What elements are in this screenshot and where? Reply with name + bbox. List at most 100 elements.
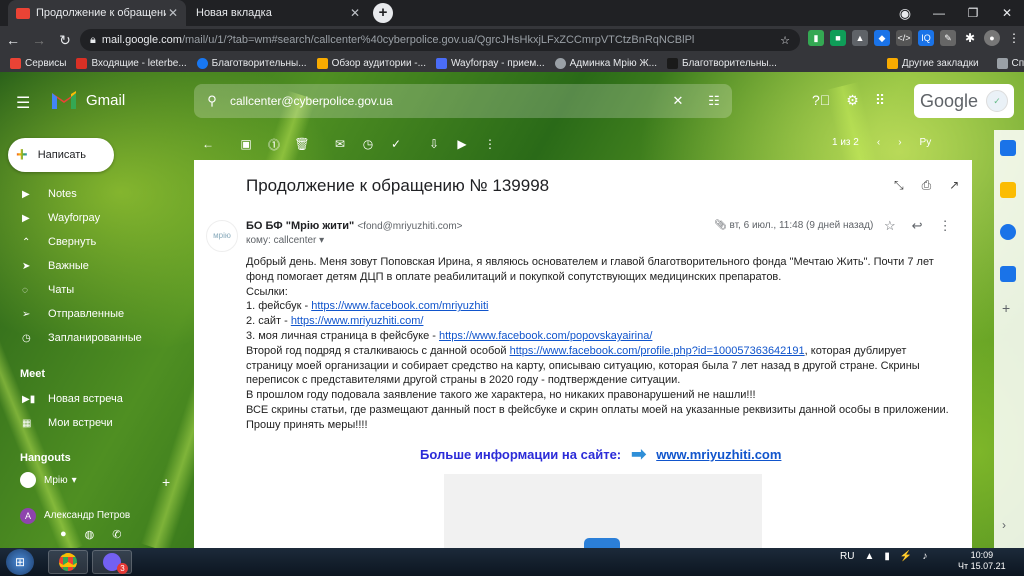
next-message-icon[interactable]: ›: [898, 137, 901, 148]
help-icon[interactable]: ?⃝: [812, 92, 830, 109]
meet-my-meetings[interactable]: ▦ Мои встречи: [0, 411, 190, 435]
prev-message-icon[interactable]: ‹: [877, 137, 880, 148]
search-input[interactable]: callcenter@cyberpolice.gov.ua: [230, 94, 660, 108]
mail-search-bar[interactable]: ⚲ callcenter@cyberpolice.gov.ua ✕ ☷: [194, 84, 732, 118]
bookmark-item[interactable]: Благотворительны...: [667, 57, 777, 69]
tab-new-tab[interactable]: Новая вкладка ✕: [188, 0, 368, 26]
more-vert-icon[interactable]: ⋮: [939, 218, 952, 234]
hangouts-user[interactable]: Мрію ▾: [20, 472, 77, 488]
sidebar-item-important[interactable]: ➤ Важные: [0, 254, 190, 278]
minimize-icon[interactable]: —: [922, 6, 956, 20]
sidebar-item-collapse[interactable]: ⌃ Свернуть: [0, 230, 190, 254]
maximize-icon[interactable]: ❐: [956, 6, 990, 20]
expand-panel-icon[interactable]: ›: [1002, 518, 1006, 532]
collapse-all-icon[interactable]: ⤡: [894, 178, 904, 193]
promo-link[interactable]: www.mriyuzhiti.com: [656, 447, 781, 462]
menu-icon[interactable]: ⋮: [1006, 30, 1022, 46]
profile-link[interactable]: https://www.facebook.com/profile.php?id=…: [510, 345, 805, 357]
extension-icon[interactable]: </>: [896, 30, 912, 46]
more-icon[interactable]: ⋮: [476, 137, 504, 151]
sidebar-item-scheduled[interactable]: ◷ Запланированные: [0, 326, 190, 350]
bookmark-item[interactable]: Админка Мрію Ж...: [554, 57, 657, 69]
taskbar-chrome[interactable]: [48, 550, 88, 574]
reading-list[interactable]: Список для чтения: [996, 57, 1024, 69]
meet-new-meeting[interactable]: ▶▮ Новая встреча: [0, 387, 190, 411]
clear-search-icon[interactable]: ✕: [660, 93, 696, 109]
google-account-button[interactable]: Google ✓: [914, 84, 1014, 118]
person-icon[interactable]: ●: [60, 528, 67, 541]
extension-icon[interactable]: IQ: [918, 30, 934, 46]
forward-icon[interactable]: →: [26, 32, 52, 48]
bookmark-star-icon[interactable]: ☆: [772, 34, 790, 47]
tasks-addon-icon[interactable]: [1000, 224, 1016, 240]
contact-name[interactable]: Александр Петров: [44, 510, 130, 521]
calendar-addon-icon[interactable]: [1000, 140, 1016, 156]
reply-icon[interactable]: ↩: [912, 218, 923, 234]
add-hangout-icon[interactable]: +: [162, 474, 170, 490]
input-lang[interactable]: RU: [840, 551, 854, 562]
delete-icon[interactable]: 🗑︎: [288, 137, 316, 151]
profile-icon[interactable]: ◉: [888, 5, 922, 22]
bookmark-folder[interactable]: Другие закладки: [886, 57, 979, 69]
power-icon[interactable]: ⚡: [900, 551, 912, 562]
open-new-window-icon[interactable]: ↗: [949, 178, 959, 193]
reload-icon[interactable]: ↻: [52, 32, 78, 49]
back-to-list-icon[interactable]: ←: [194, 137, 222, 151]
search-icon[interactable]: ⚲: [194, 93, 230, 109]
sidebar-item-notes[interactable]: ▶ Notes: [0, 182, 190, 206]
sidebar-bottom-icons: ● ◍ ✆: [60, 528, 121, 541]
contacts-addon-icon[interactable]: [1000, 266, 1016, 282]
phone-icon[interactable]: ✆: [112, 528, 121, 541]
puzzle-icon[interactable]: ✱: [962, 30, 978, 46]
move-to-icon[interactable]: ⇩: [420, 137, 448, 151]
taskbar-viber[interactable]: 3: [92, 550, 132, 574]
add-addon-icon[interactable]: +: [1002, 300, 1010, 316]
extension-icon[interactable]: ■: [830, 30, 846, 46]
facebook-link[interactable]: https://www.facebook.com/mriyuzhiti: [311, 300, 488, 312]
add-task-icon[interactable]: ✓: [382, 137, 410, 151]
site-link[interactable]: https://www.mriyuzhiti.com/: [291, 315, 424, 327]
bookmark-item[interactable]: Благотворительны...: [196, 57, 307, 69]
sidebar-item-wayforpay[interactable]: ▶ Wayforpay: [0, 206, 190, 230]
bookmark-item[interactable]: Обзор аудитории -...: [316, 57, 426, 69]
report-spam-icon[interactable]: ⓵: [260, 136, 288, 153]
user-avatar-icon[interactable]: ●: [984, 30, 1000, 46]
recipient-line[interactable]: кому: callcenter ▾: [246, 235, 324, 246]
mark-unread-icon[interactable]: ✉: [326, 137, 354, 151]
bookmark-item[interactable]: Сервисы: [10, 57, 66, 69]
search-options-icon[interactable]: ☷: [696, 93, 732, 109]
keep-addon-icon[interactable]: [1000, 182, 1016, 198]
extension-icon[interactable]: ◆: [874, 30, 890, 46]
main-menu-icon[interactable]: ☰: [16, 93, 30, 113]
star-icon[interactable]: ☆: [884, 218, 896, 234]
compose-button[interactable]: + Написать: [8, 138, 114, 172]
print-icon[interactable]: ⎙: [922, 178, 932, 193]
close-tab-icon[interactable]: ✕: [168, 6, 178, 20]
apps-grid-icon[interactable]: ⠿: [875, 92, 885, 109]
back-icon[interactable]: ←: [0, 32, 26, 48]
sidebar-item-sent[interactable]: ➢ Отправленные: [0, 302, 190, 326]
personal-facebook-link[interactable]: https://www.facebook.com/popovskayairina…: [439, 330, 652, 342]
address-bar[interactable]: 🔒︎ mail.google.com/mail/u/1/?tab=wm#sear…: [80, 29, 800, 51]
extension-icon[interactable]: ▲: [852, 30, 868, 46]
snooze-icon[interactable]: ◷: [354, 137, 382, 151]
extension-icon[interactable]: ✎: [940, 30, 956, 46]
tab-gmail[interactable]: Продолжение к обращению № ✕: [8, 0, 186, 26]
close-window-icon[interactable]: ✕: [990, 6, 1024, 20]
show-hidden-icon[interactable]: ▲: [864, 551, 874, 562]
start-button[interactable]: ⊞: [6, 549, 34, 575]
new-tab-button[interactable]: +: [373, 3, 393, 23]
bookmark-item[interactable]: Wayforpay - прием...: [435, 57, 545, 69]
extension-icon[interactable]: ▮: [808, 30, 824, 46]
label-icon[interactable]: ▶: [448, 137, 476, 151]
input-language[interactable]: Ру: [920, 137, 932, 148]
chat-bubble-icon[interactable]: ◍: [85, 528, 95, 541]
settings-gear-icon[interactable]: ⚙: [846, 92, 859, 109]
network-icon[interactable]: ▮: [884, 551, 890, 562]
archive-icon[interactable]: ▣: [232, 137, 260, 151]
volume-icon[interactable]: ♪: [922, 551, 927, 562]
close-tab-icon[interactable]: ✕: [350, 6, 360, 20]
bookmark-item[interactable]: Входящие - leterbe...: [76, 57, 187, 69]
taskbar-clock[interactable]: 10:09 Чт 15.07.21: [958, 550, 1006, 572]
sidebar-item-chats[interactable]: ◌ Чаты: [0, 278, 190, 302]
